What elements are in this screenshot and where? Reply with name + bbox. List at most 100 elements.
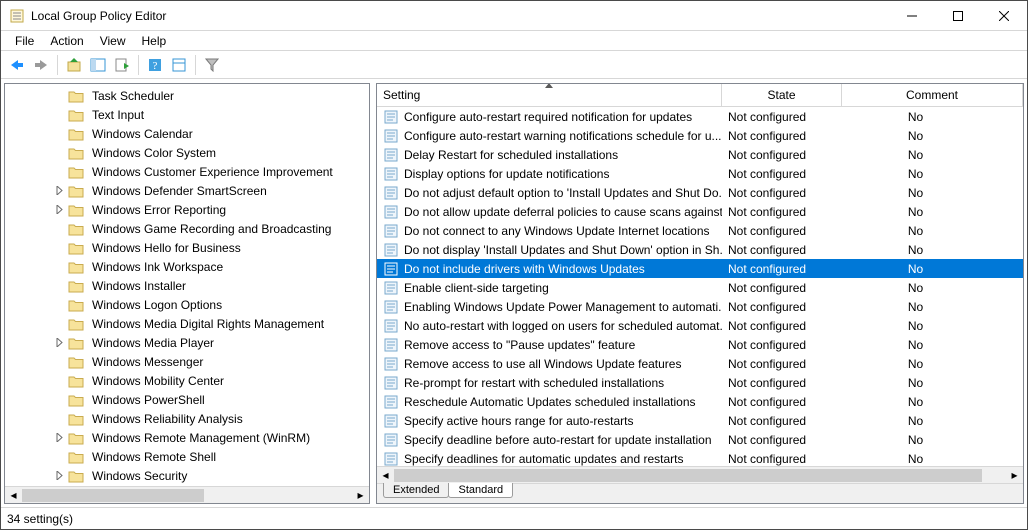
list-hscrollbar[interactable]: ◂ ▸ (377, 466, 1023, 483)
tree-item[interactable]: Windows Media Digital Rights Management (5, 314, 369, 333)
list-row[interactable]: Delay Restart for scheduled installation… (377, 145, 1023, 164)
tree-item[interactable]: Text Input (5, 105, 369, 124)
tree-item[interactable]: Windows Media Player (5, 333, 369, 352)
setting-name: No auto-restart with logged on users for… (404, 319, 722, 333)
folder-icon (67, 145, 85, 161)
tree-item[interactable]: Windows Ink Workspace (5, 257, 369, 276)
tree-item[interactable]: Windows Reliability Analysis (5, 409, 369, 428)
policy-icon (383, 356, 399, 372)
setting-comment: No (842, 110, 1023, 124)
tree-item[interactable]: Windows Color System (5, 143, 369, 162)
list-row[interactable]: Do not connect to any Windows Update Int… (377, 221, 1023, 240)
setting-name: Delay Restart for scheduled installation… (404, 148, 618, 162)
toolbar-separator (195, 55, 196, 75)
list-row[interactable]: Do not display 'Install Updates and Shut… (377, 240, 1023, 259)
tab-standard[interactable]: Standard (448, 483, 513, 498)
minimize-button[interactable] (889, 1, 935, 30)
properties-button[interactable] (168, 54, 190, 76)
list-row[interactable]: Enable client-side targetingNot configur… (377, 278, 1023, 297)
expand-icon[interactable] (51, 430, 67, 446)
back-button[interactable] (6, 54, 28, 76)
list-row[interactable]: Do not adjust default option to 'Install… (377, 183, 1023, 202)
tree-item-label: Windows Color System (89, 145, 219, 161)
column-setting[interactable]: Setting (377, 84, 722, 106)
tree-item-label: Windows Ink Workspace (89, 259, 226, 275)
tree-item[interactable]: Task Scheduler (5, 86, 369, 105)
list-row[interactable]: Display options for update notifications… (377, 164, 1023, 183)
show-hide-tree-button[interactable] (87, 54, 109, 76)
expand-icon[interactable] (51, 335, 67, 351)
tree-item-label: Windows Installer (89, 278, 189, 294)
tree-item-label: Windows Remote Shell (89, 449, 219, 465)
tree-hscrollbar[interactable]: ◂ ▸ (5, 486, 369, 503)
tree-item-label: Windows Calendar (89, 126, 196, 142)
tree-item[interactable]: Windows Mobility Center (5, 371, 369, 390)
tree-item[interactable]: Windows Security (5, 466, 369, 485)
export-list-button[interactable] (111, 54, 133, 76)
list-row[interactable]: Configure auto-restart required notifica… (377, 107, 1023, 126)
policy-icon (383, 299, 399, 315)
policy-tree[interactable]: Task SchedulerText Input Windows Calendar… (5, 84, 369, 486)
tree-item[interactable]: Windows Calendar (5, 124, 369, 143)
policy-icon (383, 261, 399, 277)
menu-view[interactable]: View (92, 32, 134, 50)
list-row[interactable]: Remove access to "Pause updates" feature… (377, 335, 1023, 354)
tree-item[interactable]: Windows Defender SmartScreen (5, 181, 369, 200)
folder-icon (67, 240, 85, 256)
expand-icon[interactable] (51, 202, 67, 218)
list-row[interactable]: Do not include drivers with Windows Upda… (377, 259, 1023, 278)
column-state[interactable]: State (722, 84, 842, 106)
list-row[interactable]: Configure auto-restart warning notificat… (377, 126, 1023, 145)
tree-item[interactable]: Windows Installer (5, 276, 369, 295)
tab-extended[interactable]: Extended (383, 483, 449, 498)
list-row[interactable]: Specify deadline before auto-restart for… (377, 430, 1023, 449)
tree-item-label: Windows Media Player (89, 335, 217, 351)
folder-icon (67, 468, 85, 484)
setting-comment: No (842, 395, 1023, 409)
folder-icon (67, 449, 85, 465)
list-row[interactable]: Specify active hours range for auto-rest… (377, 411, 1023, 430)
maximize-button[interactable] (935, 1, 981, 30)
menu-file[interactable]: File (7, 32, 42, 50)
tree-item[interactable]: Windows Remote Management (WinRM) (5, 428, 369, 447)
tree-item[interactable]: Windows Error Reporting (5, 200, 369, 219)
policy-icon (383, 109, 399, 125)
toolbar-separator (57, 55, 58, 75)
setting-name: Display options for update notifications (404, 167, 609, 181)
list-row[interactable]: Reschedule Automatic Updates scheduled i… (377, 392, 1023, 411)
setting-state: Not configured (722, 262, 842, 276)
up-button[interactable] (63, 54, 85, 76)
list-row[interactable]: Remove access to use all Windows Update … (377, 354, 1023, 373)
setting-state: Not configured (722, 110, 842, 124)
column-comment[interactable]: Comment (842, 84, 1023, 106)
forward-button[interactable] (30, 54, 52, 76)
filter-button[interactable] (201, 54, 223, 76)
setting-comment: No (842, 281, 1023, 295)
tree-item[interactable]: Windows Remote Shell (5, 447, 369, 466)
folder-icon (67, 335, 85, 351)
policy-icon (383, 318, 399, 334)
list-row[interactable]: Do not allow update deferral policies to… (377, 202, 1023, 221)
tree-item[interactable]: Windows Game Recording and Broadcasting (5, 219, 369, 238)
help-button[interactable]: ? (144, 54, 166, 76)
tree-item[interactable]: Windows Logon Options (5, 295, 369, 314)
expand-icon[interactable] (51, 468, 67, 484)
tree-item[interactable]: Windows Update (5, 485, 369, 486)
tree-item-label: Windows Reliability Analysis (89, 411, 246, 427)
settings-panel: Setting State Comment Configure auto-res… (376, 83, 1024, 504)
settings-list[interactable]: Configure auto-restart required notifica… (377, 107, 1023, 466)
list-row[interactable]: Enabling Windows Update Power Management… (377, 297, 1023, 316)
expand-icon[interactable] (51, 183, 67, 199)
policy-icon (383, 280, 399, 296)
list-row[interactable]: Specify deadlines for automatic updates … (377, 449, 1023, 466)
close-button[interactable] (981, 1, 1027, 30)
tree-item[interactable]: Windows Hello for Business (5, 238, 369, 257)
tree-item[interactable]: Windows PowerShell (5, 390, 369, 409)
menu-action[interactable]: Action (42, 32, 91, 50)
list-row[interactable]: Re-prompt for restart with scheduled ins… (377, 373, 1023, 392)
setting-state: Not configured (722, 357, 842, 371)
tree-item[interactable]: Windows Messenger (5, 352, 369, 371)
tree-item[interactable]: Windows Customer Experience Improvement (5, 162, 369, 181)
menu-help[interactable]: Help (134, 32, 175, 50)
list-row[interactable]: No auto-restart with logged on users for… (377, 316, 1023, 335)
